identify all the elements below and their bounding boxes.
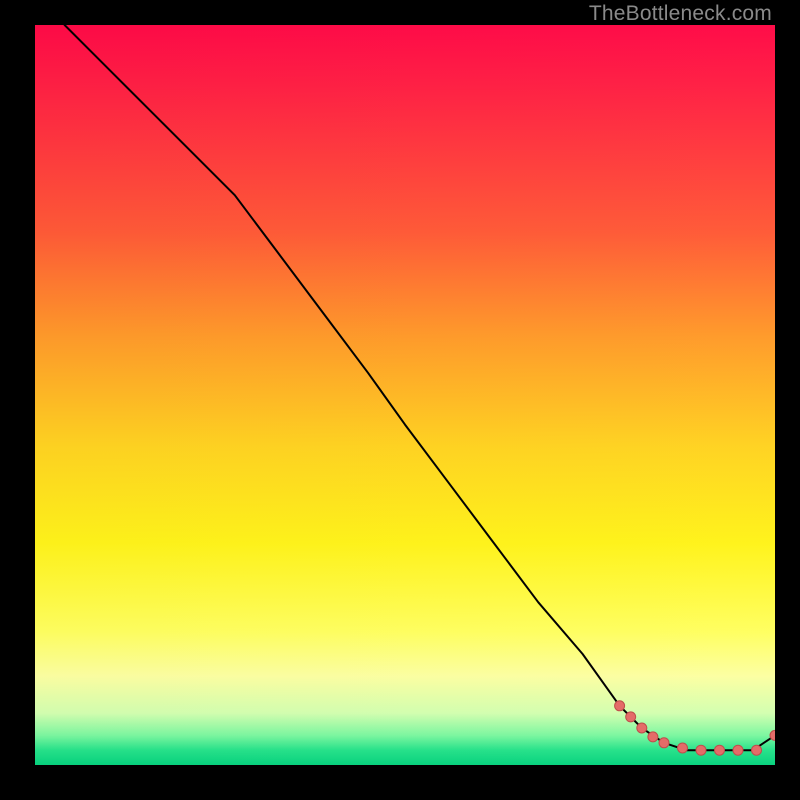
scatter-points bbox=[615, 701, 775, 755]
chart-svg bbox=[35, 25, 775, 765]
data-point bbox=[678, 743, 688, 753]
data-point bbox=[696, 745, 706, 755]
data-point bbox=[626, 712, 636, 722]
curve-line bbox=[65, 25, 775, 750]
plot-area bbox=[35, 25, 775, 765]
data-point bbox=[659, 738, 669, 748]
data-point bbox=[715, 745, 725, 755]
data-point bbox=[733, 745, 743, 755]
data-point bbox=[752, 745, 762, 755]
data-point bbox=[637, 723, 647, 733]
bottleneck-curve bbox=[65, 25, 775, 750]
data-point bbox=[615, 701, 625, 711]
data-point bbox=[648, 732, 658, 742]
chart-stage: TheBottleneck.com bbox=[0, 0, 800, 800]
watermark-text: TheBottleneck.com bbox=[589, 2, 772, 26]
